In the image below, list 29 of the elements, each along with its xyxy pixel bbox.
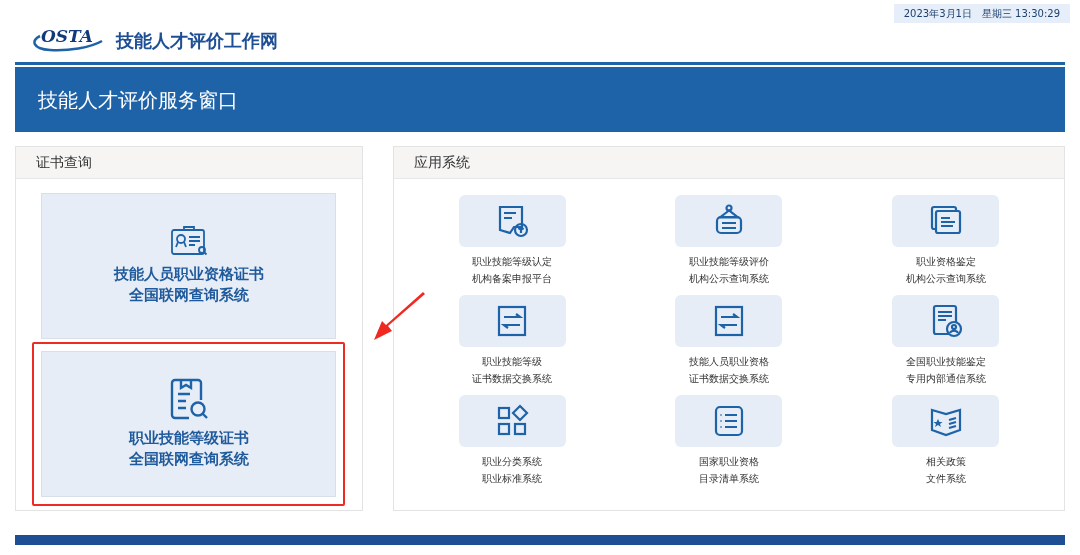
app-tile[interactable]	[892, 395, 1000, 447]
certificate-search-icon	[169, 226, 208, 256]
date-time: 2023年3月1日 星期三 13:30:29	[893, 4, 1070, 23]
app-tile[interactable]	[675, 195, 783, 247]
app-label: 国家职业资格 目录清单系统	[698, 455, 759, 486]
app-tile[interactable]	[458, 195, 566, 247]
app-tile[interactable]	[675, 395, 783, 447]
document-search-icon	[168, 378, 209, 420]
app-label: 职业资格鉴定 机构公示查询系统	[905, 255, 986, 286]
arrow-annotation	[374, 292, 426, 342]
app-label: 相关政策 文件系统	[925, 455, 966, 486]
app-tile[interactable]	[892, 195, 1000, 247]
app-tile[interactable]	[458, 295, 566, 347]
app-tile[interactable]	[458, 395, 566, 447]
certificate-query-card[interactable]: 职业技能等级证书 全国联网查询系统	[41, 351, 337, 497]
logo: OSTA	[30, 28, 104, 52]
panel-title: 应用系统	[413, 153, 470, 172]
app-label: 职业技能等级认定 机构备案申报平台	[472, 255, 552, 286]
app-label: 技能人员职业资格 证书数据交换系统	[688, 355, 769, 386]
panel-title: 证书查询	[36, 153, 92, 172]
app-tile[interactable]	[892, 295, 1000, 347]
app-label: 职业分类系统 职业标准系统	[482, 455, 542, 486]
certificate-query-card[interactable]: 技能人员职业资格证书 全国联网查询系统	[41, 193, 337, 339]
app-label: 职业技能等级评价 机构公示查询系统	[688, 255, 769, 286]
banner-title: 技能人才评价服务窗口	[38, 86, 238, 114]
app-tile[interactable]	[675, 295, 783, 347]
site-title: 技能人才评价工作网	[116, 28, 278, 53]
app-label: 全国职业技能鉴定 专用内部通信系统	[905, 355, 986, 386]
app-label: 职业技能等级 证书数据交换系统	[472, 355, 552, 386]
